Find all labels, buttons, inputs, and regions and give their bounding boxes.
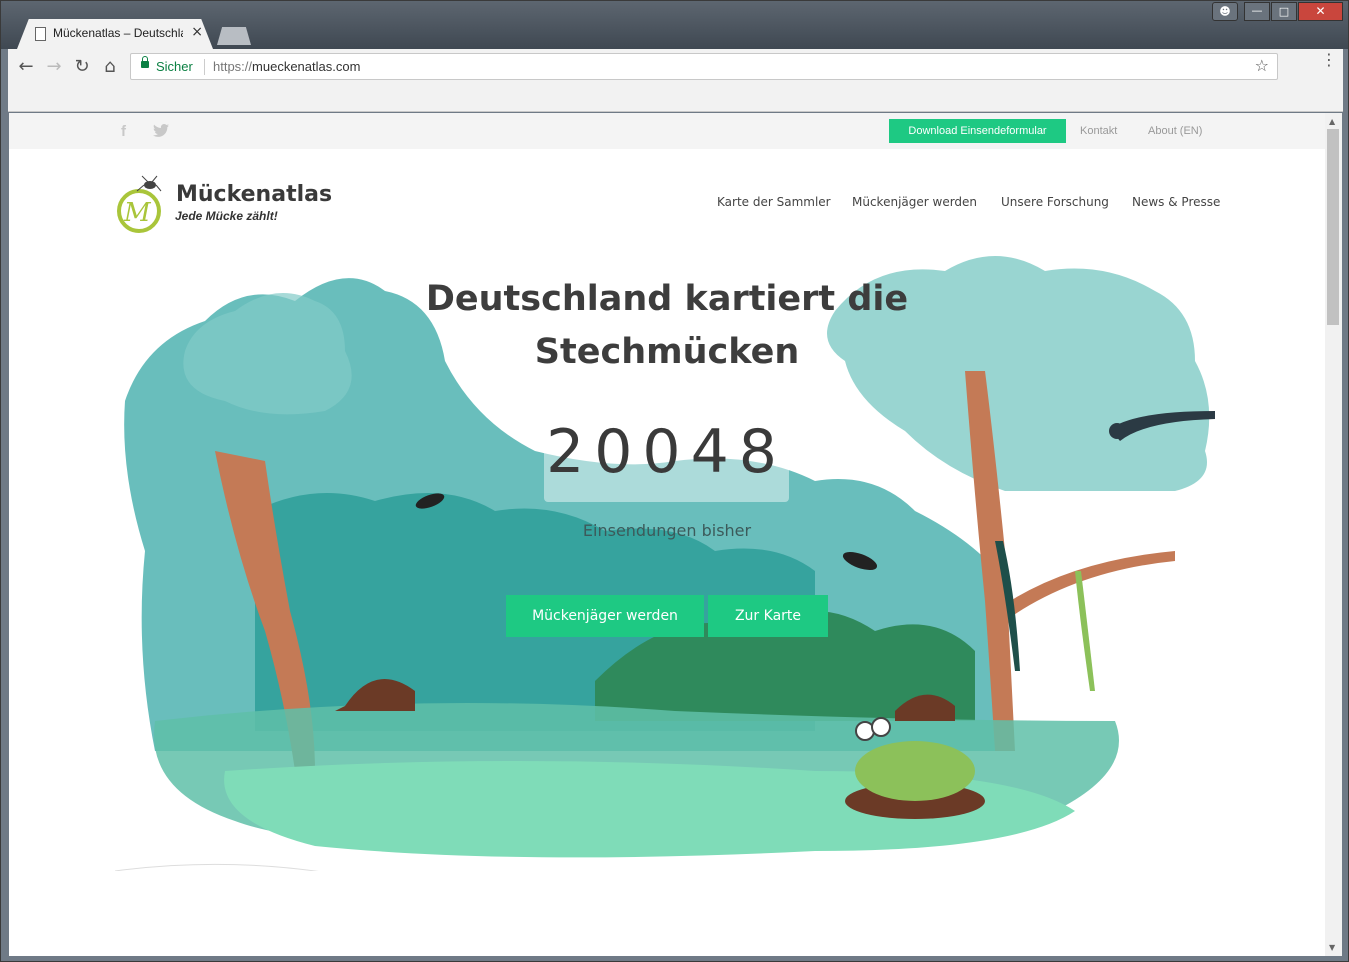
address-bar[interactable]: Sicher https://mueckenatlas.com ☆ [130,53,1278,80]
twitter-icon[interactable] [153,124,169,137]
minimize-button[interactable]: — [1244,2,1270,21]
menu-icon[interactable]: ⋮ [1321,52,1337,68]
browser-tab[interactable]: Mückenatlas – Deutschla × [17,19,213,49]
url-protocol: https:// [213,59,253,74]
bookmark-star-icon[interactable]: ☆ [1255,56,1269,75]
site-topbar: f Download Einsendeformular Kontakt Abou… [9,113,1325,149]
lock-icon [141,56,149,68]
nav-unsere-forschung[interactable]: Unsere Forschung [1001,195,1109,209]
hero-headline: Deutschland kartiert die Stechmücken [9,273,1325,379]
maximize-button[interactable]: □ [1271,2,1297,21]
nav-mueckenjaeger-werden[interactable]: Mückenjäger werden [852,195,977,209]
url-text[interactable]: https://mueckenatlas.com [213,59,360,74]
submission-count: 20048 [546,417,787,487]
browser-window: Mückenatlas – Deutschla × ☻ — □ ✕ ← → ↻ … [0,0,1349,962]
secure-label: Sicher [156,59,193,74]
url-host: mueckenatlas.com [252,59,361,74]
page-viewport: f Download Einsendeformular Kontakt Abou… [9,113,1325,956]
to-map-button[interactable]: Zur Karte [708,595,828,637]
forward-icon[interactable]: → [42,55,66,79]
home-icon[interactable]: ⌂ [98,55,122,79]
divider [204,59,205,75]
become-hunter-button[interactable]: Mückenjäger werden [506,595,704,637]
nav-news-presse[interactable]: News & Presse [1132,195,1220,209]
scrollbar-thumb[interactable] [1327,129,1339,325]
kontakt-link[interactable]: Kontakt [1080,125,1117,137]
tab-close-icon[interactable]: × [191,24,203,40]
bookmarks-bar [8,85,1343,112]
title-bar: Mückenatlas – Deutschla × ☻ — □ ✕ [1,1,1348,49]
svg-text:M: M [123,198,152,228]
mueckenatlas-logo[interactable]: M [115,173,165,233]
nav-karte-der-sammler[interactable]: Karte der Sammler [717,195,831,209]
scroll-down-icon[interactable]: ▼ [1329,943,1335,952]
about-link[interactable]: About (EN) [1148,125,1202,137]
page-icon [35,27,46,41]
close-window-button[interactable]: ✕ [1298,2,1343,21]
browser-toolbar: ← → ↻ ⌂ Sicher https://mueckenatlas.com … [8,49,1343,85]
brand-name[interactable]: Mückenatlas [176,182,332,207]
download-form-button[interactable]: Download Einsendeformular [889,119,1066,143]
reload-icon[interactable]: ↻ [70,55,94,79]
back-icon[interactable]: ← [14,55,38,79]
headline-line-2: Stechmücken [534,332,800,372]
user-icon[interactable]: ☻ [1212,2,1238,21]
facebook-icon[interactable]: f [121,123,126,140]
new-tab-button[interactable] [217,27,251,45]
page-scrollbar[interactable]: ▲ ▼ [1325,113,1342,956]
submission-count-label: Einsendungen bisher [582,521,752,540]
headline-line-1: Deutschland kartiert die [425,279,909,319]
brand-tagline: Jede Mücke zählt! [175,209,278,223]
scroll-up-icon[interactable]: ▲ [1329,117,1335,126]
tab-title: Mückenatlas – Deutschla [53,26,183,40]
